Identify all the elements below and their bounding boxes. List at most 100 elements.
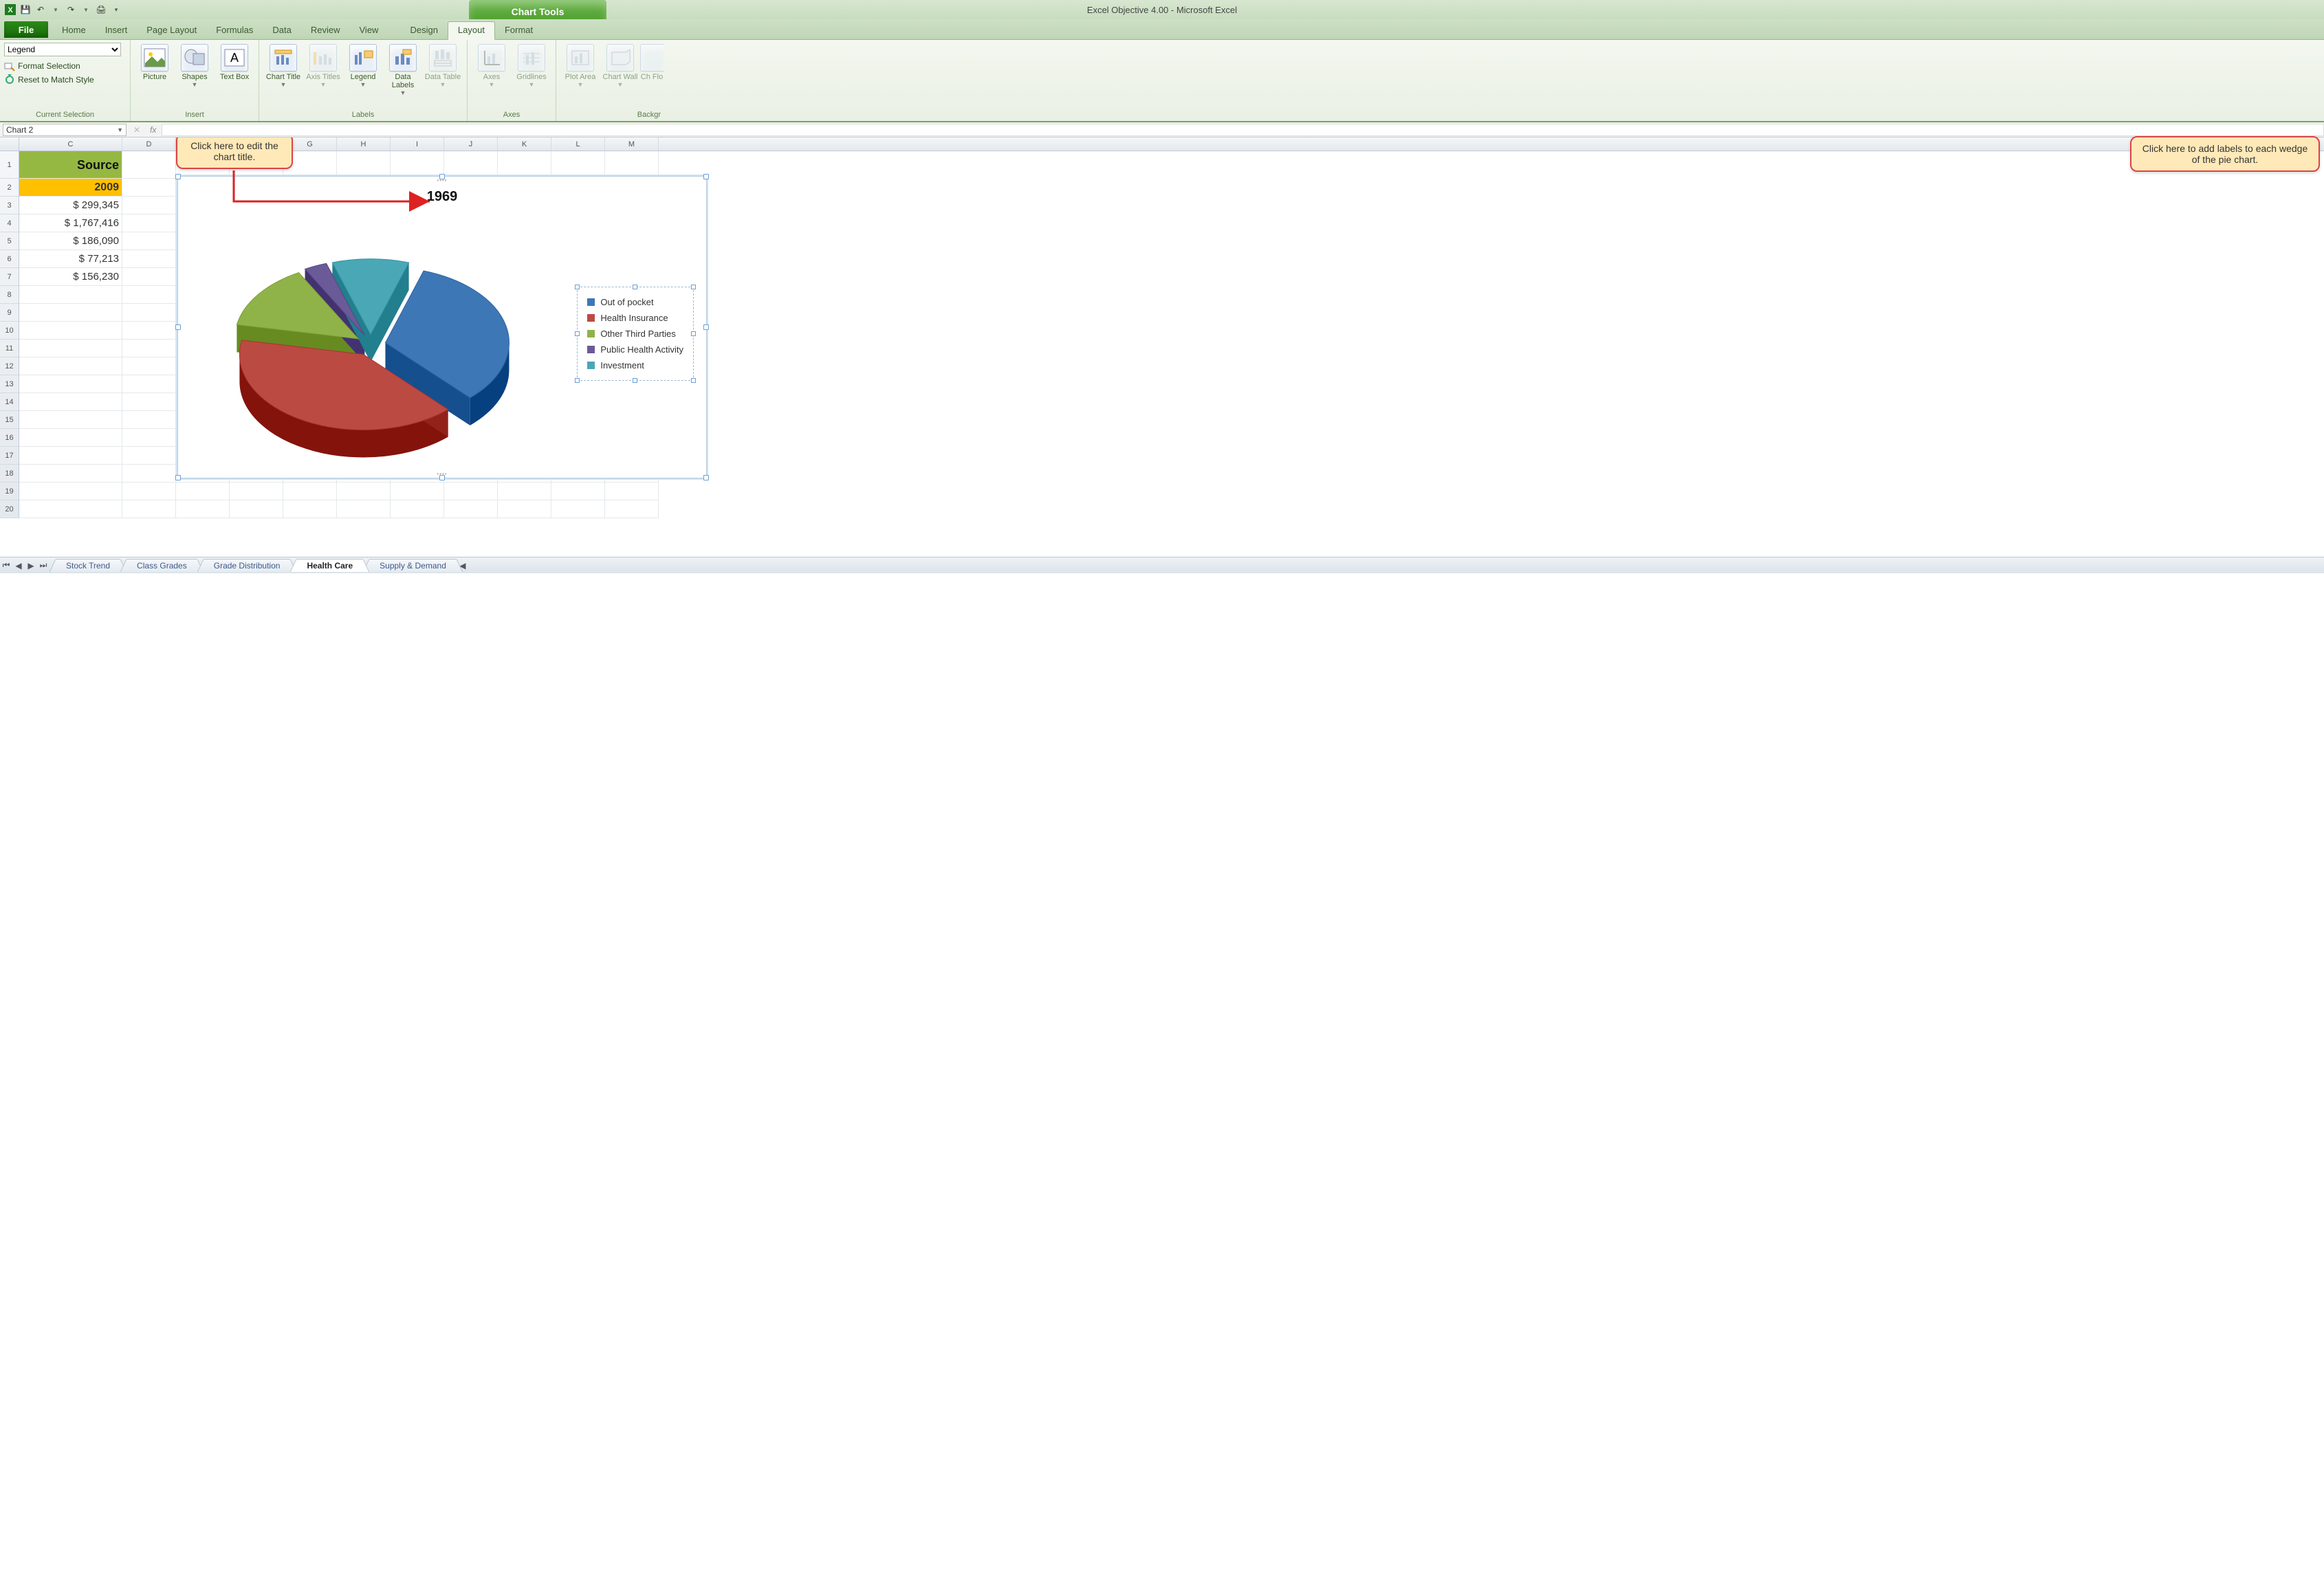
row-header[interactable]: 20 bbox=[0, 500, 19, 518]
row-header[interactable]: 14 bbox=[0, 393, 19, 411]
cell[interactable] bbox=[19, 483, 122, 500]
cell[interactable] bbox=[122, 179, 176, 197]
resize-handle[interactable] bbox=[691, 378, 696, 383]
sheet-nav-first-icon[interactable]: ⏮ bbox=[0, 560, 12, 571]
column-header[interactable]: K bbox=[498, 137, 551, 151]
row-header[interactable]: 19 bbox=[0, 483, 19, 500]
row-header[interactable]: 17 bbox=[0, 447, 19, 465]
cell[interactable] bbox=[19, 286, 122, 304]
resize-handle[interactable] bbox=[691, 331, 696, 336]
cell[interactable] bbox=[283, 500, 337, 518]
cell[interactable] bbox=[122, 357, 176, 375]
cell[interactable] bbox=[230, 483, 283, 500]
cell[interactable] bbox=[444, 500, 498, 518]
cell[interactable] bbox=[122, 393, 176, 411]
legend-item[interactable]: Out of pocket bbox=[587, 294, 683, 310]
row-header[interactable]: 3 bbox=[0, 197, 19, 214]
data-table-button[interactable]: Data Table ▼ bbox=[423, 41, 463, 88]
chart-title[interactable]: 1969 bbox=[427, 189, 458, 205]
column-header[interactable]: H bbox=[337, 137, 391, 151]
cell[interactable] bbox=[337, 483, 391, 500]
resize-handle[interactable] bbox=[633, 378, 637, 383]
cell[interactable] bbox=[391, 483, 444, 500]
resize-handle[interactable] bbox=[439, 174, 445, 179]
cell[interactable] bbox=[391, 151, 444, 179]
chart-object[interactable]: •••• •••• 1969 Out of pocketHealth Insur… bbox=[177, 176, 707, 478]
column-header[interactable]: C bbox=[19, 137, 122, 151]
cell[interactable] bbox=[498, 483, 551, 500]
cell[interactable] bbox=[498, 151, 551, 179]
cell[interactable] bbox=[19, 411, 122, 429]
axis-titles-button[interactable]: Axis Titles ▼ bbox=[303, 41, 343, 88]
cell[interactable]: 2009 bbox=[19, 179, 122, 197]
row-header[interactable]: 10 bbox=[0, 322, 19, 340]
select-all-corner[interactable] bbox=[0, 137, 19, 151]
tab-format[interactable]: Format bbox=[495, 22, 542, 39]
cell[interactable] bbox=[283, 483, 337, 500]
chevron-down-icon[interactable]: ▼ bbox=[117, 126, 123, 133]
tab-data[interactable]: Data bbox=[263, 22, 300, 39]
column-header[interactable]: M bbox=[605, 137, 659, 151]
resize-handle[interactable] bbox=[703, 475, 709, 480]
row-header[interactable]: 1 bbox=[0, 151, 19, 179]
cell[interactable] bbox=[551, 483, 605, 500]
pie-chart[interactable] bbox=[199, 225, 556, 465]
cell[interactable] bbox=[551, 500, 605, 518]
chart-title-button[interactable]: Chart Title ▼ bbox=[263, 41, 303, 88]
cell[interactable] bbox=[19, 357, 122, 375]
cell[interactable] bbox=[19, 322, 122, 340]
resize-handle[interactable] bbox=[691, 285, 696, 289]
chart-plot-area[interactable] bbox=[199, 225, 556, 465]
row-header[interactable]: 9 bbox=[0, 304, 19, 322]
cell[interactable] bbox=[19, 340, 122, 357]
cell[interactable] bbox=[122, 214, 176, 232]
row-header[interactable]: 13 bbox=[0, 375, 19, 393]
cell[interactable] bbox=[605, 500, 659, 518]
cell[interactable]: Source bbox=[19, 151, 122, 179]
sheet-nav-last-icon[interactable]: ⏭ bbox=[37, 560, 50, 571]
row-header[interactable]: 2 bbox=[0, 179, 19, 197]
row-header[interactable]: 5 bbox=[0, 232, 19, 250]
legend-item[interactable]: Public Health Activity bbox=[587, 342, 683, 357]
cell[interactable] bbox=[122, 304, 176, 322]
sheet-tab[interactable]: Health Care bbox=[296, 559, 363, 572]
text-box-button[interactable]: A Text Box bbox=[215, 41, 254, 81]
row-header[interactable]: 8 bbox=[0, 286, 19, 304]
cell[interactable] bbox=[122, 429, 176, 447]
cell[interactable] bbox=[122, 500, 176, 518]
cell[interactable] bbox=[122, 232, 176, 250]
row-header[interactable]: 11 bbox=[0, 340, 19, 357]
cell[interactable] bbox=[122, 151, 176, 179]
cell[interactable] bbox=[176, 500, 230, 518]
sheet-tab[interactable]: Grade Distribution bbox=[204, 559, 291, 572]
cell[interactable] bbox=[498, 500, 551, 518]
picture-button[interactable]: Picture bbox=[135, 41, 175, 81]
redo-dropdown-icon[interactable]: ▼ bbox=[80, 3, 92, 16]
row-header[interactable]: 12 bbox=[0, 357, 19, 375]
cell[interactable] bbox=[122, 322, 176, 340]
worksheet-grid[interactable]: CDEFGHIJKLM 1234567891011121314151617181… bbox=[0, 137, 2324, 557]
data-labels-button[interactable]: Data Labels ▼ bbox=[383, 41, 423, 96]
chart-element-selector[interactable]: Legend bbox=[4, 43, 121, 56]
row-header[interactable]: 18 bbox=[0, 465, 19, 483]
plot-area-button[interactable]: Plot Area ▼ bbox=[560, 41, 600, 88]
cell[interactable] bbox=[176, 483, 230, 500]
cell[interactable] bbox=[337, 500, 391, 518]
shapes-button[interactable]: Shapes ▼ bbox=[175, 41, 215, 88]
formula-input[interactable] bbox=[162, 124, 2324, 136]
save-icon[interactable]: 💾 bbox=[19, 3, 32, 16]
resize-handle[interactable] bbox=[633, 285, 637, 289]
cell[interactable] bbox=[19, 393, 122, 411]
column-header[interactable]: J bbox=[444, 137, 498, 151]
tab-design[interactable]: Design bbox=[400, 22, 447, 39]
legend-item[interactable]: Other Third Parties bbox=[587, 326, 683, 342]
cell[interactable] bbox=[122, 465, 176, 483]
resize-handle[interactable] bbox=[575, 331, 580, 336]
tab-insert[interactable]: Insert bbox=[96, 22, 138, 39]
cell[interactable] bbox=[122, 268, 176, 286]
cell[interactable] bbox=[122, 411, 176, 429]
reset-to-match-style-button[interactable]: Reset to Match Style bbox=[4, 73, 94, 87]
cell[interactable] bbox=[19, 304, 122, 322]
row-header[interactable]: 7 bbox=[0, 268, 19, 286]
cell[interactable] bbox=[122, 286, 176, 304]
